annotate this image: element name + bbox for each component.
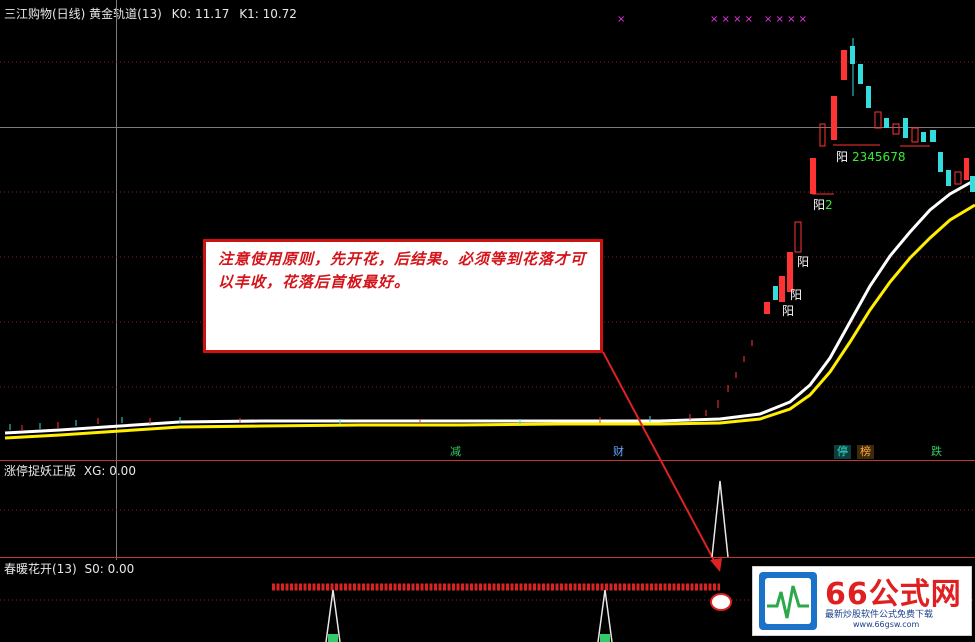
indicator-1-label: XG: [83,464,106,478]
yang-label-4-num: 2 [825,198,833,212]
yang-label-4: 阳2 [813,196,833,213]
s0-bar-2 [600,634,610,642]
rally-candles [764,38,975,314]
yang-label-4-prefix: 阳 [813,198,826,212]
logo-url: www.66gsw.com [853,620,920,629]
signal-label: 跌 [928,445,945,459]
signal-text: 跌 [931,445,942,458]
annotation-arrowhead [710,558,722,572]
cross-mark-group-2: × × × × [764,14,808,25]
signal-label: 榜 [857,445,874,459]
yang-label-5-num: 2345678 [852,150,906,164]
annotation-text: 注意使用原则，先开花，后结果。必须等到花落才可以丰收，花落后首板最好。 [218,250,587,291]
signal-text: 财 [613,445,624,458]
indicator-1-header: 涨停捉妖正版 XG: 0.00 [4,462,136,479]
signal-text: 减 [450,445,461,458]
signal-text: 榜 [860,445,871,458]
indicator-2-value: 0.00 [107,562,135,576]
cross-mark-group-1: × × × × [710,14,754,25]
pulse-icon [765,578,811,624]
signal-label: 停 [834,445,851,459]
yang-label-5-prefix: 阳 [836,150,849,164]
annotation-box: 注意使用原则，先开花，后结果。必须等到花落才可以丰收，花落后首板最好。 [203,239,603,353]
yang-label-5: 阳 2345678 [836,148,905,165]
xg-spike [711,480,729,558]
chart-window: 三江购物(日线) 黄金轨道(13) K0: 11.17 K1: 10.72 × … [0,0,975,642]
indicator-2-label: S0: [84,562,104,576]
indicator-1-title: 涨停捉妖正版 [4,464,77,478]
indicator-2-title: 春暖花开(13) [4,562,77,576]
signal-label: 财 [610,445,627,459]
annotation-arrow [602,351,718,567]
s0-bar-1 [328,634,338,642]
cross-mark-single: × [617,14,626,25]
watermark-logo: 66公式网 最新炒股软件公式免费下载 www.66gsw.com [752,566,972,636]
signal-text: 停 [837,445,848,458]
signal-label: 减 [447,445,464,459]
yang-label-1: 阳 [782,304,795,318]
yang-label-3: 阳 [797,255,810,269]
base-candles [9,340,753,431]
logo-tagline: 最新炒股软件公式免费下载 [825,610,934,620]
logo-badge [759,572,817,630]
indicator-1-value: 0.00 [109,464,136,478]
yang-label-2: 阳 [790,288,803,302]
indicator-2-header: 春暖花开(13) S0: 0.00 [4,560,134,577]
signal-dot [710,593,732,611]
